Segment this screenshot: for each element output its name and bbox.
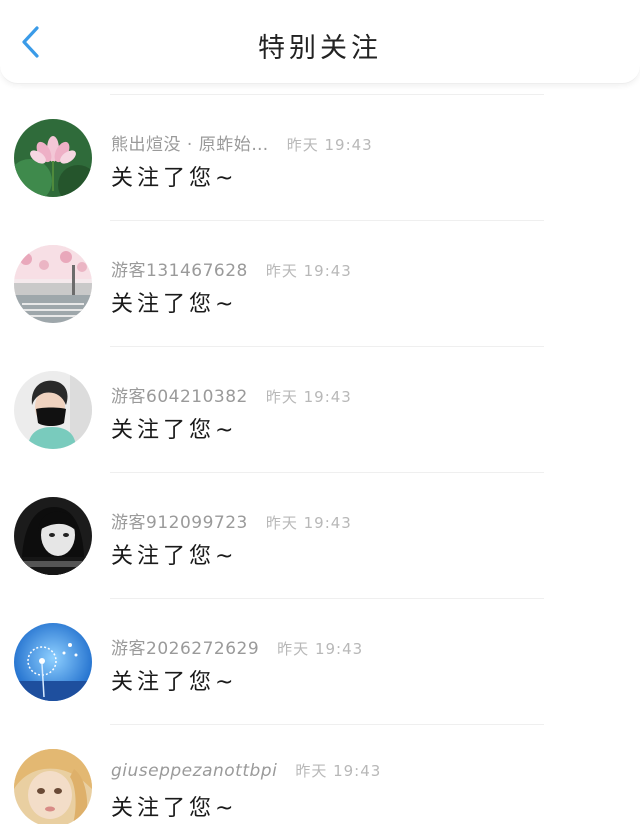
row-meta: 游客604210382 昨天 19:43 <box>111 382 352 407</box>
avatar[interactable] <box>14 623 92 701</box>
message-text: 关注了您~ <box>111 292 238 317</box>
timestamp: 昨天 19:43 <box>265 262 352 280</box>
special-follow-screen: 特别关注 熊出煊没 · 原蚱始… 昨天 19:43 关注了您~ 游客131467… <box>0 0 640 824</box>
timestamp: 昨天 19:43 <box>277 640 364 658</box>
street-avatar-image <box>14 245 92 323</box>
divider <box>110 472 544 473</box>
page-title: 特别关注 <box>258 33 382 64</box>
list-item[interactable]: 熊出煊没 · 原蚱始… 昨天 19:43 关注了您~ <box>0 94 640 220</box>
dandelion-avatar-image <box>14 623 92 701</box>
row-meta: 游客131467628 昨天 19:43 <box>111 256 352 281</box>
bw-portrait-avatar-image <box>14 497 92 575</box>
timestamp: 昨天 19:43 <box>265 388 352 406</box>
doll-face-avatar-image <box>14 749 92 824</box>
divider <box>110 724 544 725</box>
username[interactable]: giuseppezanottbpi <box>111 761 277 781</box>
masked-person-avatar-image <box>14 371 92 449</box>
list-item[interactable]: 游客131467628 昨天 19:43 关注了您~ <box>0 220 640 346</box>
message-text: 关注了您~ <box>111 418 238 443</box>
lotus-avatar-image <box>14 119 92 197</box>
message-text: 关注了您~ <box>111 670 238 695</box>
list-item[interactable]: giuseppezanottbpi 昨天 19:43 关注了您~ <box>0 724 640 824</box>
divider <box>110 346 544 347</box>
divider <box>110 94 544 95</box>
row-meta: 熊出煊没 · 原蚱始… 昨天 19:43 <box>111 130 373 155</box>
timestamp: 昨天 19:43 <box>286 136 373 154</box>
list-item[interactable]: 游客2026272629 昨天 19:43 关注了您~ <box>0 598 640 724</box>
username[interactable]: 游客2026272629 <box>111 634 259 659</box>
avatar[interactable] <box>14 371 92 449</box>
message-text: 关注了您~ <box>111 166 238 191</box>
list-item[interactable]: 游客912099723 昨天 19:43 关注了您~ <box>0 472 640 598</box>
timestamp: 昨天 19:43 <box>295 762 382 780</box>
avatar[interactable] <box>14 749 92 824</box>
username[interactable]: 游客604210382 <box>111 382 248 407</box>
row-meta: giuseppezanottbpi 昨天 19:43 <box>111 760 381 781</box>
username[interactable]: 熊出煊没 · 原蚱始… <box>111 130 269 155</box>
divider <box>110 598 544 599</box>
avatar[interactable] <box>14 497 92 575</box>
username[interactable]: 游客131467628 <box>111 256 248 281</box>
message-text: 关注了您~ <box>111 796 238 821</box>
message-text: 关注了您~ <box>111 544 238 569</box>
username[interactable]: 游客912099723 <box>111 508 248 533</box>
row-meta: 游客912099723 昨天 19:43 <box>111 508 352 533</box>
avatar[interactable] <box>14 245 92 323</box>
notification-list: 熊出煊没 · 原蚱始… 昨天 19:43 关注了您~ 游客131467628 昨… <box>0 94 640 824</box>
divider <box>110 220 544 221</box>
avatar[interactable] <box>14 119 92 197</box>
row-meta: 游客2026272629 昨天 19:43 <box>111 634 363 659</box>
list-item[interactable]: 游客604210382 昨天 19:43 关注了您~ <box>0 346 640 472</box>
timestamp: 昨天 19:43 <box>265 514 352 532</box>
top-bar: 特别关注 <box>0 0 640 84</box>
